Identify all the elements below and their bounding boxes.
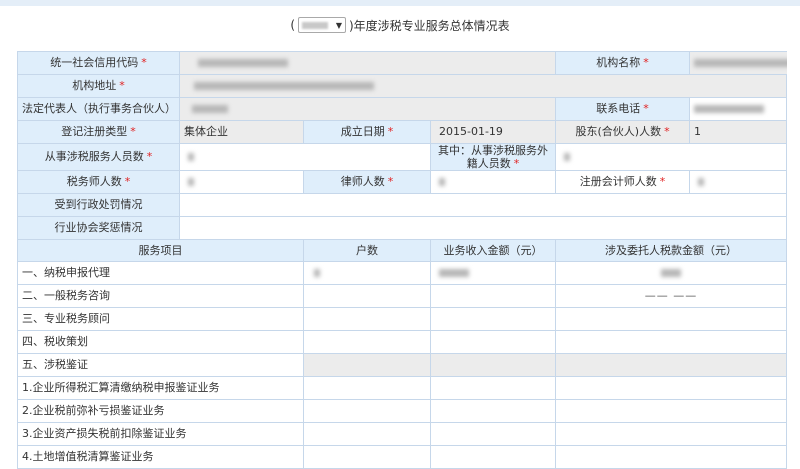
revenue-field[interactable] — [429, 261, 557, 285]
awards-field[interactable] — [178, 216, 788, 240]
service-label: 1.企业所得税汇算清缴纳税申报鉴证业务 — [17, 376, 304, 400]
address-field[interactable] — [178, 74, 788, 98]
households-field[interactable] — [303, 422, 431, 446]
service-row: 2.企业税前弥补亏损鉴证业务 — [17, 399, 788, 423]
tax-agents-field[interactable] — [179, 170, 304, 194]
households-field — [303, 353, 431, 377]
reg-type-value[interactable]: 集体企业 — [179, 120, 304, 144]
row-penalty: 受到行政处罚情况 — [17, 193, 788, 217]
services-header-row: 服务项目 户数 业务收入金额（元） 涉及委托人税款金额（元） — [17, 239, 788, 262]
tax-amount-field[interactable] — [555, 261, 788, 285]
org-name-label: 机构名称 * — [555, 51, 691, 75]
row-professionals: 税务师人数 * 律师人数 * 注册会计师人数 * — [17, 170, 788, 194]
service-row: 二、一般税务咨询 —— —— — [17, 284, 788, 308]
row-credit-code: 统一社会信用代码 * 机构名称 * — [17, 51, 787, 75]
partners-value[interactable]: 1 — [689, 120, 788, 144]
revenue-field — [429, 353, 557, 377]
legal-rep-field[interactable] — [178, 97, 557, 121]
households-field[interactable] — [303, 399, 431, 423]
row-address: 机构地址 * — [17, 74, 788, 98]
lawyers-label: 律师人数 * — [303, 170, 431, 194]
staff-label: 从事涉税服务人员数 * — [17, 143, 180, 171]
header-revenue: 业务收入金额（元） — [429, 239, 557, 262]
households-field[interactable] — [303, 445, 431, 469]
tax-amount-field[interactable] — [555, 422, 788, 446]
foreign-staff-label: 其中：从事涉税服务外籍人员数 * — [429, 143, 557, 171]
accountants-field[interactable] — [689, 170, 788, 194]
accountants-label: 注册会计师人数 * — [555, 170, 691, 194]
header-households: 户数 — [303, 239, 431, 262]
phone-field[interactable] — [689, 97, 788, 121]
revenue-field[interactable] — [429, 307, 557, 331]
service-row: 一、纳税申报代理 — [17, 261, 788, 285]
tax-amount-field — [555, 353, 788, 377]
tax-agents-label: 税务师人数 * — [17, 170, 180, 194]
penalty-field[interactable] — [178, 193, 788, 217]
revenue-field[interactable] — [429, 422, 557, 446]
service-row: 三、专业税务顾问 — [17, 307, 788, 331]
top-accent-bar — [0, 0, 800, 6]
overview-table: 统一社会信用代码* 机构名称* 机构地址* 法定代表人（执行事务合伙人）* 联系… — [17, 51, 788, 469]
service-label: 四、税收策划 — [17, 330, 304, 354]
service-label: 3.企业资产损失税前扣除鉴证业务 — [17, 422, 304, 446]
dropdown-arrow-icon: ▼ — [335, 20, 342, 30]
est-date-value[interactable]: 2015-01-19 — [429, 120, 557, 144]
phone-label: 联系电话 * — [555, 97, 691, 121]
est-date-label: 成立日期 * — [303, 120, 431, 144]
staff-field[interactable] — [179, 143, 431, 171]
credit-code-label: 统一社会信用代码 * — [17, 51, 180, 75]
penalty-label: 受到行政处罚情况 — [17, 193, 180, 217]
partners-label: 股东(合伙人)人数 * — [555, 120, 691, 144]
households-field[interactable] — [303, 284, 431, 308]
service-row: 五、涉税鉴证 — [17, 353, 788, 377]
row-staff: 从事涉税服务人员数 * 其中：从事涉税服务外籍人员数 * — [17, 143, 788, 171]
households-field[interactable] — [303, 376, 431, 400]
households-field[interactable] — [303, 330, 431, 354]
tax-amount-field[interactable] — [555, 399, 788, 423]
page-title: ( ▼ )年度涉税专业服务总体情况表 — [0, 14, 800, 36]
households-field[interactable] — [303, 307, 431, 331]
tax-amount-field[interactable] — [555, 376, 788, 400]
header-service-item: 服务项目 — [17, 239, 304, 262]
title-suffix: )年度涉税专业服务总体情况表 — [349, 18, 510, 33]
households-field[interactable] — [303, 261, 431, 285]
service-row: 四、税收策划 — [17, 330, 788, 354]
legal-rep-label: 法定代表人（执行事务合伙人）* — [17, 97, 180, 121]
address-label: 机构地址 * — [17, 74, 180, 98]
row-awards: 行业协会奖惩情况 — [17, 216, 788, 240]
header-tax-amount: 涉及委托人税款金额（元） — [555, 239, 788, 262]
foreign-staff-field[interactable] — [555, 143, 788, 171]
service-label: 二、一般税务咨询 — [17, 284, 304, 308]
service-label: 2.企业税前弥补亏损鉴证业务 — [17, 399, 304, 423]
service-row: 4.土地增值税清算鉴证业务 — [17, 445, 788, 469]
service-row: 3.企业资产损失税前扣除鉴证业务 — [17, 422, 788, 446]
org-name-field[interactable] — [689, 51, 787, 75]
revenue-field[interactable] — [429, 445, 557, 469]
lawyers-field[interactable] — [429, 170, 557, 194]
tax-amount-value: —— —— — [644, 289, 698, 302]
reg-type-label: 登记注册类型 * — [17, 120, 180, 144]
service-label: 一、纳税申报代理 — [17, 261, 304, 285]
revenue-field[interactable] — [429, 330, 557, 354]
title-prefix: ( — [290, 18, 295, 32]
year-select-value — [302, 21, 328, 29]
revenue-field[interactable] — [429, 399, 557, 423]
service-label: 三、专业税务顾问 — [17, 307, 304, 331]
row-legal-rep: 法定代表人（执行事务合伙人）* 联系电话* — [17, 97, 788, 121]
revenue-field[interactable] — [429, 284, 557, 308]
credit-code-field[interactable] — [178, 51, 557, 75]
row-reg-type: 登记注册类型 * 集体企业 成立日期 * 2015-01-19 股东(合伙人)人数 *… — [17, 120, 788, 144]
service-label: 五、涉税鉴证 — [17, 353, 304, 377]
awards-label: 行业协会奖惩情况 — [17, 216, 180, 240]
year-select[interactable]: ▼ — [298, 17, 346, 33]
tax-amount-field[interactable] — [555, 330, 788, 354]
tax-amount-field[interactable] — [555, 445, 788, 469]
tax-amount-field[interactable] — [555, 307, 788, 331]
revenue-field[interactable] — [429, 376, 557, 400]
service-label: 4.土地增值税清算鉴证业务 — [17, 445, 304, 469]
tax-amount-field[interactable]: —— —— — [555, 284, 788, 308]
service-row: 1.企业所得税汇算清缴纳税申报鉴证业务 — [17, 376, 788, 400]
